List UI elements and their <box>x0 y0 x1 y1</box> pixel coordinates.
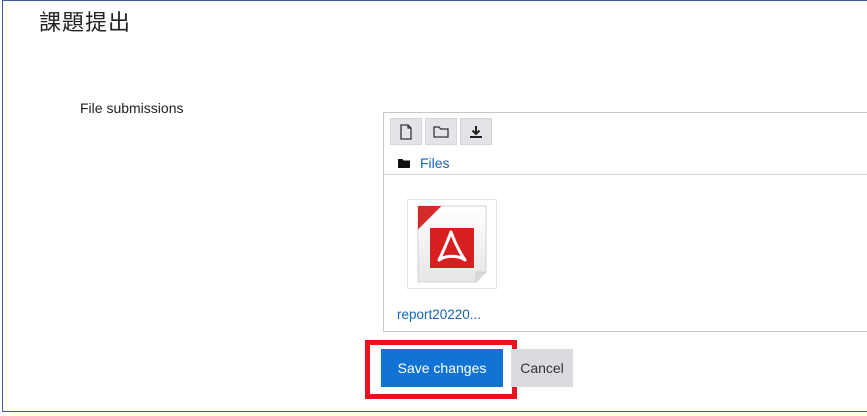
download-all-button[interactable] <box>460 118 492 145</box>
file-manager-divider <box>384 174 867 175</box>
form-actions: Save changes Cancel <box>381 349 573 387</box>
file-manager: Files report20220... <box>383 112 867 332</box>
download-icon <box>470 125 482 138</box>
folder-filled-icon <box>398 159 410 168</box>
save-changes-button[interactable]: Save changes <box>381 349 503 387</box>
page-title: 課題提出 <box>39 11 132 36</box>
add-file-button[interactable] <box>390 118 422 145</box>
file-manager-toolbar <box>390 118 492 145</box>
file-submissions-label: File submissions <box>80 100 184 116</box>
create-folder-button[interactable] <box>425 118 457 145</box>
file-name-link[interactable]: report20220... <box>397 307 481 322</box>
cancel-button[interactable]: Cancel <box>511 349 573 387</box>
pdf-icon <box>417 205 487 283</box>
file-icon <box>400 123 412 140</box>
file-thumbnail[interactable] <box>407 199 497 289</box>
file-path-breadcrumb: Files <box>398 155 450 171</box>
files-path-link[interactable]: Files <box>420 155 450 171</box>
folder-icon <box>433 125 449 138</box>
